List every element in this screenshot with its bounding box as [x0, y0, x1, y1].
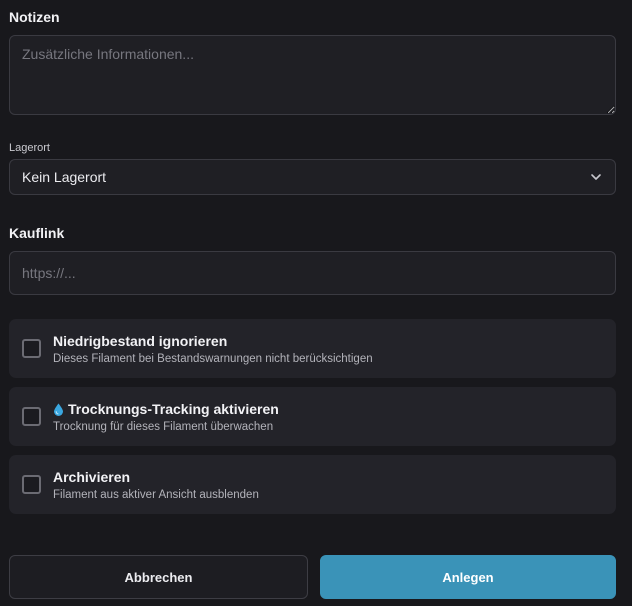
chevron-down-icon [591, 174, 601, 180]
location-selected-value: Kein Lagerort [22, 169, 107, 185]
option-title: Trocknungs-Tracking aktivieren [53, 401, 279, 417]
drying-tracking-checkbox[interactable] [22, 407, 41, 426]
option-description: Trocknung für dieses Filament überwachen [53, 421, 274, 433]
buy-link-title: Kauflink [9, 225, 65, 241]
buy-link-input[interactable] [9, 251, 616, 295]
option-description: Filament aus aktiver Ansicht ausblenden [53, 489, 259, 501]
create-button[interactable]: Anlegen [320, 555, 616, 599]
option-ignore-low-stock[interactable]: Niedrigbestand ignorieren Dieses Filamen… [9, 319, 616, 378]
cancel-button[interactable]: Abbrechen [9, 555, 308, 599]
notes-title: Notizen [9, 9, 60, 25]
notes-textarea[interactable] [9, 35, 616, 115]
water-drop-icon [54, 403, 63, 416]
filament-form: Notizen Lagerort Kein Lagerort Kauflink … [0, 0, 632, 606]
archive-checkbox[interactable] [22, 475, 41, 494]
option-title: Niedrigbestand ignorieren [53, 333, 228, 349]
option-title: Archivieren [53, 469, 131, 485]
option-description: Dieses Filament bei Bestandswarnungen ni… [53, 353, 373, 365]
option-archive[interactable]: Archivieren Filament aus aktiver Ansicht… [9, 455, 616, 514]
location-label: Lagerort [9, 142, 50, 154]
location-select[interactable]: Kein Lagerort [9, 159, 616, 195]
option-drying-tracking[interactable]: Trocknungs-Tracking aktivieren Trocknung… [9, 387, 616, 446]
ignore-low-stock-checkbox[interactable] [22, 339, 41, 358]
